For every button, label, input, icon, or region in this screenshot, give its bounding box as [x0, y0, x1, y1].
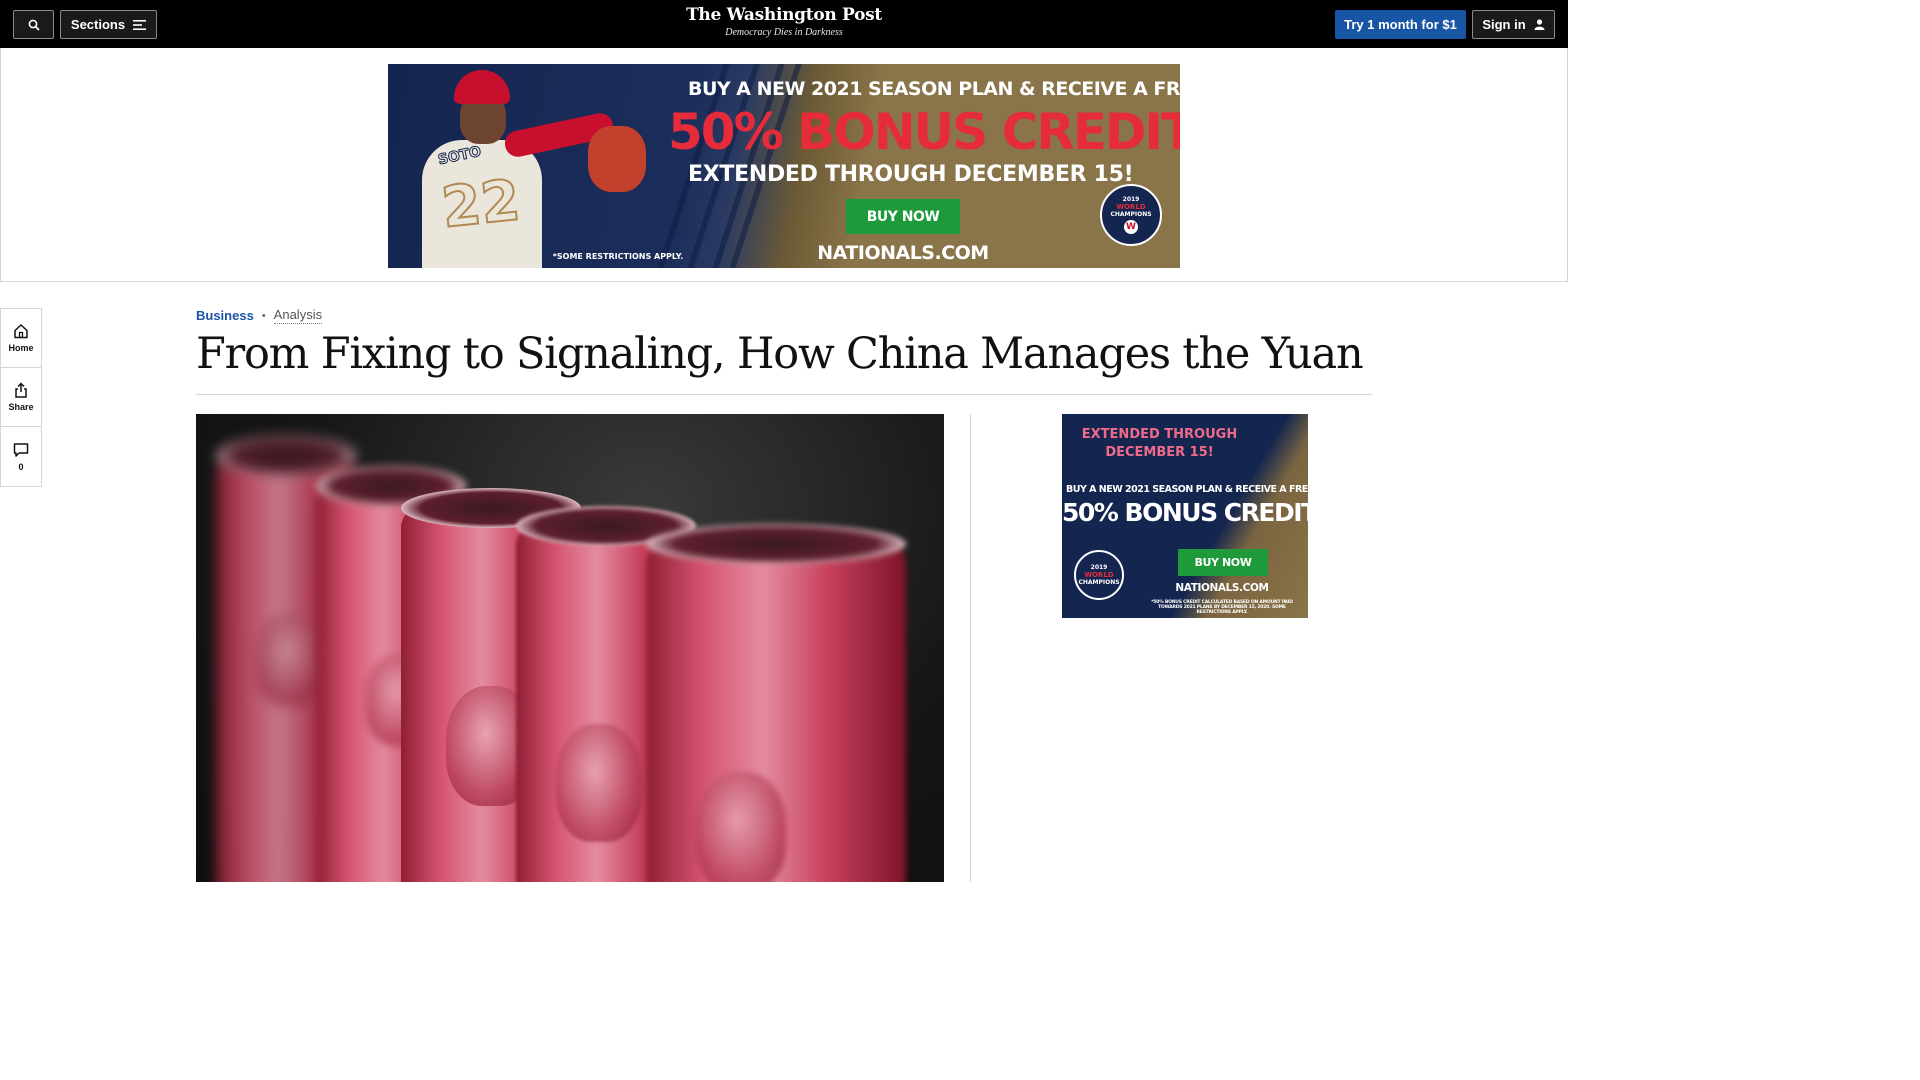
- top-banner-ad[interactable]: SOTO 22 BUY A NEW 2021 SEASON PLAN & REC…: [388, 64, 1180, 268]
- site-logo[interactable]: The Washington Post Democracy Dies in Da…: [684, 4, 884, 40]
- logo-tagline: Democracy Dies in Darkness: [725, 27, 843, 38]
- side-world-champions-badge: 2019 WORLD CHAMPIONS: [1074, 550, 1124, 600]
- home-icon: [14, 324, 28, 339]
- section-link[interactable]: Business: [196, 308, 254, 323]
- article-kicker: Business • Analysis: [196, 307, 323, 324]
- side-ad-offer: 50% BONUS CREDIT: [1062, 498, 1308, 527]
- sign-in-button[interactable]: Sign in: [1472, 10, 1555, 39]
- share-icon: [15, 382, 27, 398]
- side-ad-disclaimer: *50% BONUS CREDIT CALCULATED BASED ON AM…: [1151, 600, 1293, 615]
- ad-offer: 50% BONUS CREDIT: [668, 103, 1180, 161]
- article-hero-image: [196, 414, 944, 882]
- article-headline: From Fixing to Signaling, How China Mana…: [196, 329, 1364, 379]
- home-label: Home: [8, 343, 34, 353]
- side-ad-headline: BUY A NEW 2021 SEASON PLAN & RECEIVE A F…: [1066, 484, 1308, 495]
- nationals-logo-icon: W: [1124, 220, 1138, 234]
- ad-headline: BUY A NEW 2021 SEASON PLAN & RECEIVE A F…: [688, 78, 1180, 100]
- ad-buy-now-button[interactable]: BUY NOW: [846, 199, 960, 234]
- subscribe-trial-button[interactable]: Try 1 month for $1: [1335, 10, 1466, 39]
- ad-disclaimer: *SOME RESTRICTIONS APPLY.: [552, 252, 684, 261]
- top-navigation-bar: Sections The Washington Post Democracy D…: [0, 0, 1568, 48]
- home-rail-button[interactable]: Home: [1, 309, 41, 368]
- kicker-separator: •: [261, 309, 266, 322]
- sections-label: Sections: [70, 17, 126, 32]
- side-ad-url: NATIONALS.COM: [1175, 582, 1269, 594]
- search-icon: [28, 19, 40, 31]
- left-action-rail: Home Share 0: [0, 308, 42, 487]
- ad-extension: EXTENDED THROUGH DECEMBER 15!: [688, 162, 1134, 187]
- sidebar-ad[interactable]: EXTENDED THROUGH DECEMBER 15! BUY A NEW …: [1062, 414, 1308, 618]
- trial-label: Try 1 month for $1: [1344, 17, 1457, 32]
- ad-player-number: 22: [438, 167, 524, 242]
- side-ad-buy-now-button[interactable]: BUY NOW: [1178, 549, 1268, 576]
- header-divider: [196, 394, 1372, 395]
- comments-rail-button[interactable]: 0: [1, 427, 41, 486]
- world-champions-badge: 2019 WORLD CHAMPIONS W: [1100, 184, 1162, 246]
- menu-icon: [133, 19, 147, 30]
- logo-name: The Washington Post: [686, 5, 882, 25]
- sections-button[interactable]: Sections: [60, 10, 157, 39]
- comments-count: 0: [18, 461, 24, 472]
- share-rail-button[interactable]: Share: [1, 368, 41, 427]
- analysis-label[interactable]: Analysis: [273, 307, 323, 324]
- share-label: Share: [8, 402, 34, 412]
- sign-in-label: Sign in: [1482, 17, 1526, 32]
- comment-icon: [13, 442, 29, 457]
- side-ad-extension: EXTENDED THROUGH DECEMBER 15!: [1081, 427, 1238, 460]
- user-icon: [1534, 19, 1545, 30]
- ad-url: NATIONALS.COM: [817, 242, 989, 264]
- ad-player-image: SOTO 22: [408, 64, 668, 268]
- search-button[interactable]: [13, 10, 54, 39]
- column-divider: [970, 414, 971, 882]
